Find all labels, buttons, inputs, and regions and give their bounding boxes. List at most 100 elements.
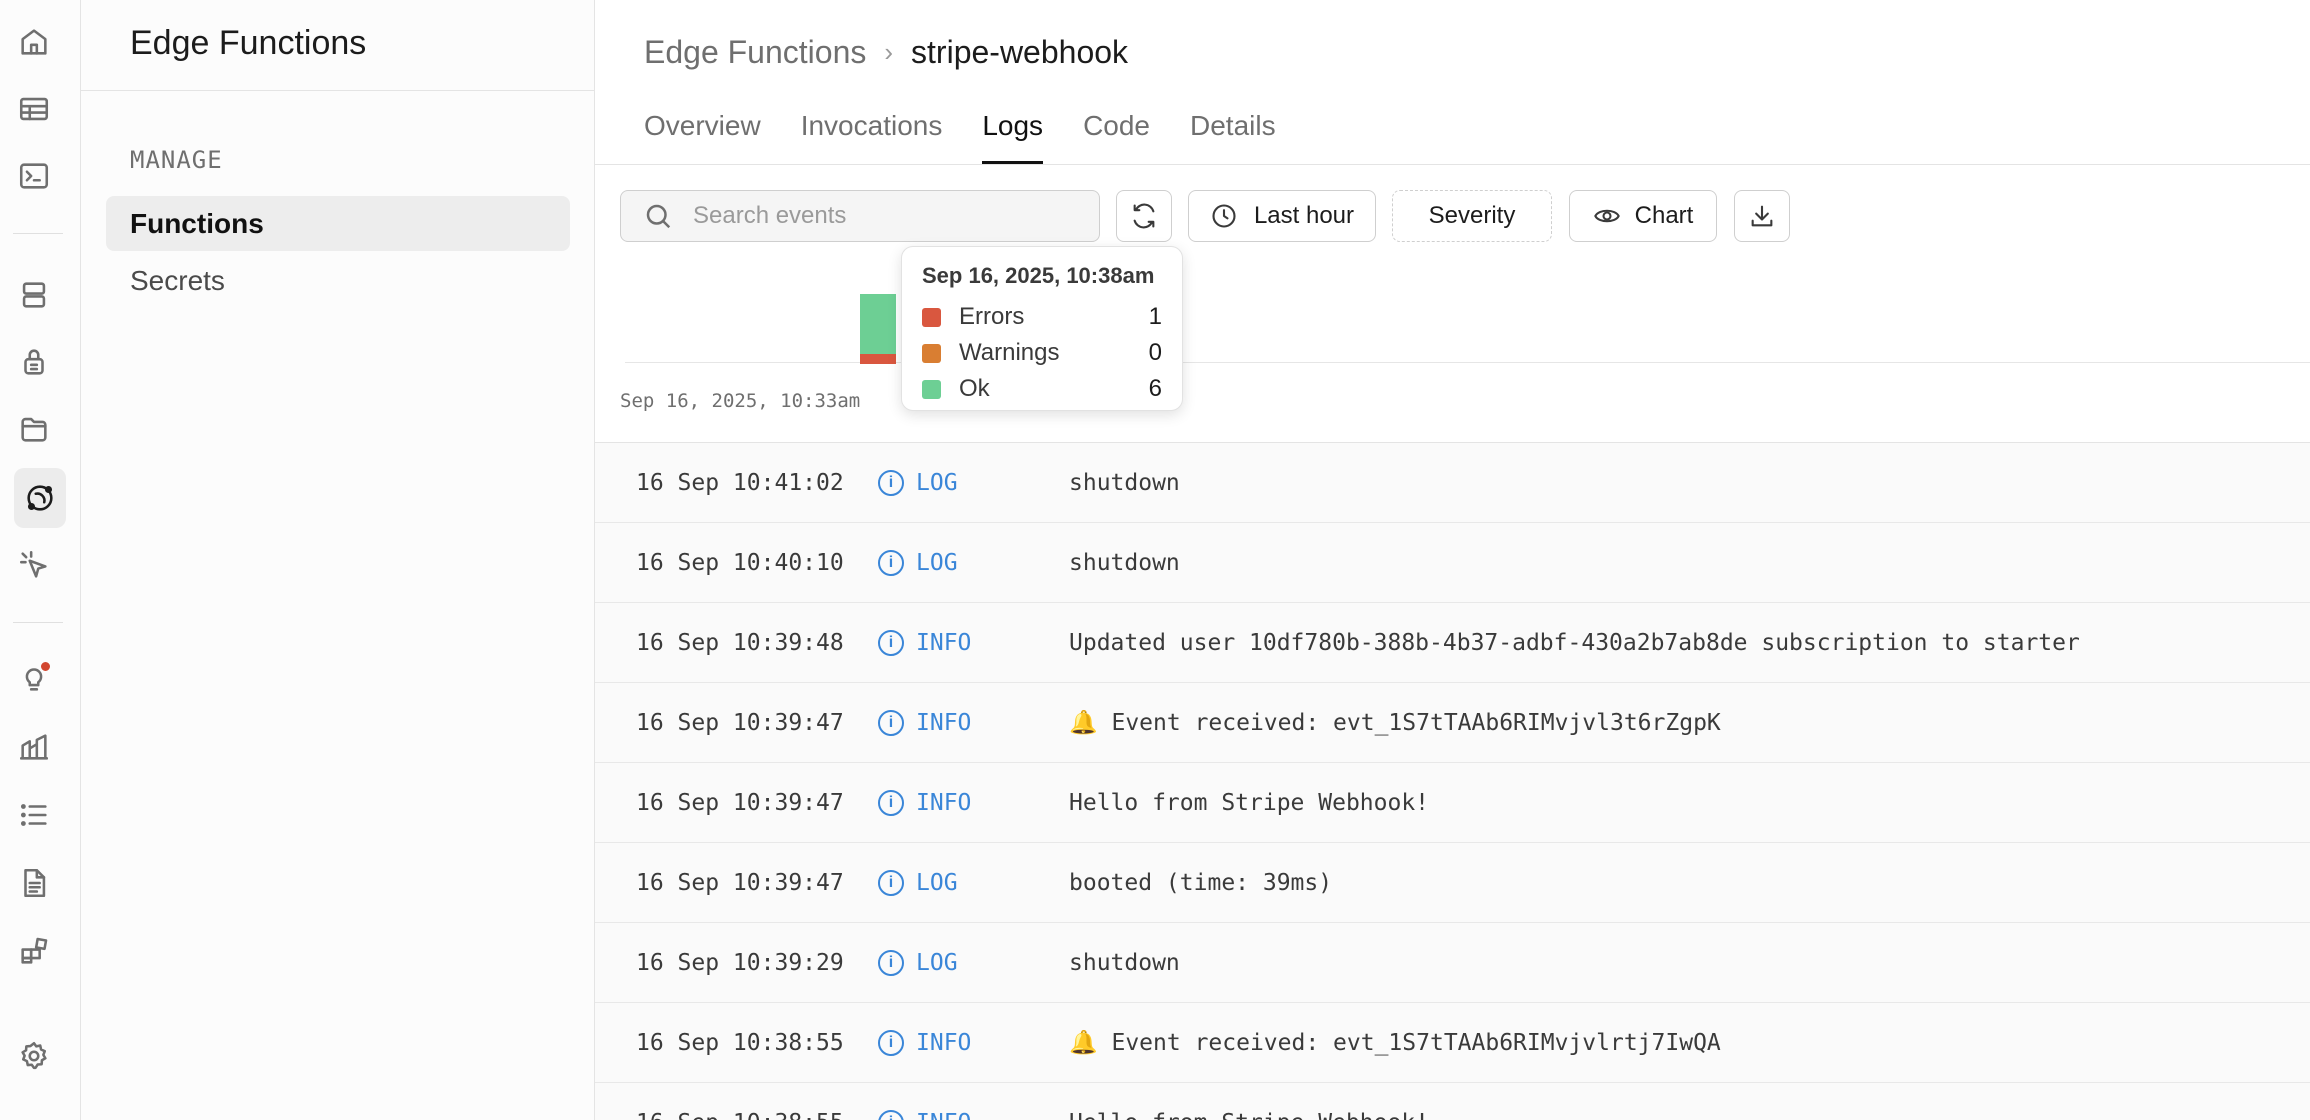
time-range-button[interactable]: Last hour	[1188, 190, 1376, 242]
breadcrumb-parent-link[interactable]: Edge Functions	[644, 34, 866, 71]
log-row[interactable]: 16 Sep 10:39:47 i LOG booted (time: 39ms)	[595, 843, 2310, 923]
settings-icon[interactable]	[14, 1036, 54, 1076]
log-message: Updated user 10df780b-388b-4b37-adbf-430…	[1069, 629, 2080, 656]
log-message: Hello from Stripe Webhook!	[1069, 1110, 1429, 1120]
tooltip-label: Ok	[959, 375, 990, 402]
reports-icon[interactable]	[14, 727, 54, 767]
tooltip-row-warnings: Warnings 0	[922, 335, 1162, 371]
sidebar-item-secrets[interactable]: Secrets	[106, 253, 570, 308]
log-row[interactable]: 16 Sep 10:38:55 i INFO 🔔 Event received: ev…	[595, 1003, 2310, 1083]
log-level-label: LOG	[916, 469, 958, 496]
info-circle-icon: i	[878, 709, 904, 736]
api-docs-icon[interactable]	[14, 863, 54, 903]
info-circle-icon: i	[878, 949, 904, 976]
auth-icon[interactable]	[14, 342, 54, 382]
tooltip-row-ok: Ok 6	[922, 371, 1162, 407]
info-circle-icon: i	[878, 1029, 904, 1056]
log-timestamp: 16 Sep 10:41:02	[636, 469, 844, 496]
warnings-swatch	[922, 343, 941, 363]
chart-bar-ok[interactable]	[860, 294, 896, 354]
logs-icon[interactable]	[14, 795, 54, 835]
log-timestamp: 16 Sep 10:39:29	[636, 949, 844, 976]
chevron-right-icon: ›	[884, 37, 894, 67]
log-message: shutdown	[1069, 949, 1180, 976]
chart-toggle-button[interactable]: Chart	[1569, 190, 1717, 242]
log-level: i INFO	[878, 629, 971, 656]
info-circle-icon: i	[878, 869, 904, 896]
sidebar-item-functions[interactable]: Functions	[106, 196, 570, 251]
table-editor-icon[interactable]	[14, 89, 54, 129]
main-content: Edge Functions › stripe-webhook Overview…	[595, 0, 2310, 1120]
realtime-icon[interactable]	[14, 545, 54, 585]
log-timestamp: 16 Sep 10:39:47	[636, 709, 844, 736]
log-level: i INFO	[878, 789, 972, 816]
log-level-label: LOG	[916, 949, 958, 976]
search-box	[620, 190, 1100, 242]
home-icon[interactable]	[14, 22, 54, 62]
download-button[interactable]	[1734, 190, 1790, 242]
database-icon[interactable]	[14, 275, 54, 315]
log-timestamp: 16 Sep 10:38:55	[636, 1110, 844, 1120]
log-level-label: LOG	[916, 869, 958, 896]
log-row[interactable]: 16 Sep 10:38:55 i INFO Hello from Stripe We…	[595, 1083, 2310, 1120]
tab-invocations[interactable]: Invocations	[801, 110, 943, 164]
section-label-manage: MANAGE	[130, 146, 223, 174]
severity-label: Severity	[1428, 202, 1516, 229]
info-circle-icon: i	[878, 789, 904, 816]
storage-icon[interactable]	[14, 409, 54, 449]
log-message: booted (time: 39ms)	[1069, 869, 1333, 896]
log-level: i INFO	[878, 1029, 971, 1056]
log-row[interactable]: 16 Sep 10:41:02 i LOG shutdown	[595, 443, 2310, 523]
sidebar: Edge Functions MANAGE Functions Secrets	[81, 0, 595, 1120]
sidebar-item-label: Secrets	[130, 264, 225, 296]
log-level: i LOG	[878, 869, 958, 896]
log-row[interactable]: 16 Sep 10:39:47 i INFO Hello from Stripe We…	[595, 763, 2310, 843]
tab-overview[interactable]: Overview	[644, 110, 761, 164]
log-message: shutdown	[1069, 549, 1180, 576]
log-level-label: INFO	[916, 789, 972, 816]
search-input[interactable]	[693, 202, 1073, 230]
edge-functions-icon[interactable]	[14, 468, 66, 528]
events-chart: Sep 16, 2025, 10:33am	[595, 242, 2310, 442]
log-timestamp: 16 Sep 10:40:10	[636, 549, 844, 576]
log-row[interactable]: 16 Sep 10:39:29 i LOG shutdown	[595, 923, 2310, 1003]
log-message: Hello from Stripe Webhook!	[1069, 789, 1430, 816]
sidebar-title: Edge Functions	[130, 24, 367, 62]
time-range-label: Last hour	[1253, 202, 1355, 229]
log-level: i LOG	[878, 549, 958, 576]
tab-code[interactable]: Code	[1083, 110, 1150, 164]
sql-editor-icon[interactable]	[14, 156, 54, 196]
download-icon	[1751, 205, 1773, 227]
chart-start-time: Sep 16, 2025, 10:33am	[620, 390, 861, 412]
integrations-icon[interactable]	[14, 931, 54, 971]
log-level-label: LOG	[916, 549, 958, 576]
log-level: i LOG	[878, 949, 958, 976]
tooltip-value: 6	[1148, 375, 1162, 402]
search-icon	[646, 204, 671, 229]
log-message: 🔔 Event received: evt_1S7tTAAb6RIMvjvl3t…	[1069, 710, 1721, 736]
severity-filter-button[interactable]: Severity	[1392, 190, 1552, 242]
log-row[interactable]: 16 Sep 10:39:48 i INFO Updated user 10df780…	[595, 603, 2310, 683]
log-row[interactable]: 16 Sep 10:40:10 i LOG shutdown	[595, 523, 2310, 603]
info-circle-icon: i	[878, 1109, 904, 1120]
advisors-icon[interactable]	[14, 658, 54, 698]
breadcrumb-current: stripe-webhook	[911, 34, 1129, 70]
chart-bar-errors[interactable]	[860, 354, 896, 364]
log-level: i INFO	[878, 1109, 971, 1120]
tab-logs[interactable]: Logs	[982, 110, 1043, 164]
refresh-icon	[1133, 203, 1155, 229]
tooltip-value: 0	[1148, 339, 1162, 366]
log-level-label: INFO	[916, 1110, 971, 1120]
tab-details[interactable]: Details	[1190, 110, 1276, 164]
log-message: shutdown	[1069, 469, 1180, 496]
tooltip-row-errors: Errors 1	[922, 299, 1162, 335]
info-circle-icon: i	[878, 469, 904, 496]
log-timestamp: 16 Sep 10:38:55	[636, 1029, 844, 1056]
log-table: 16 Sep 10:41:02 i LOG shutdown 16 Sep 10:40:…	[595, 443, 2310, 1120]
log-row[interactable]: 16 Sep 10:39:47 i INFO 🔔 Event received: ev…	[595, 683, 2310, 763]
refresh-button[interactable]	[1116, 190, 1172, 242]
tooltip-label: Warnings	[959, 339, 1060, 366]
tooltip-title: Sep 16, 2025, 10:38am	[922, 263, 1155, 288]
tooltip-label: Errors	[959, 303, 1025, 330]
info-circle-icon: i	[878, 629, 904, 656]
